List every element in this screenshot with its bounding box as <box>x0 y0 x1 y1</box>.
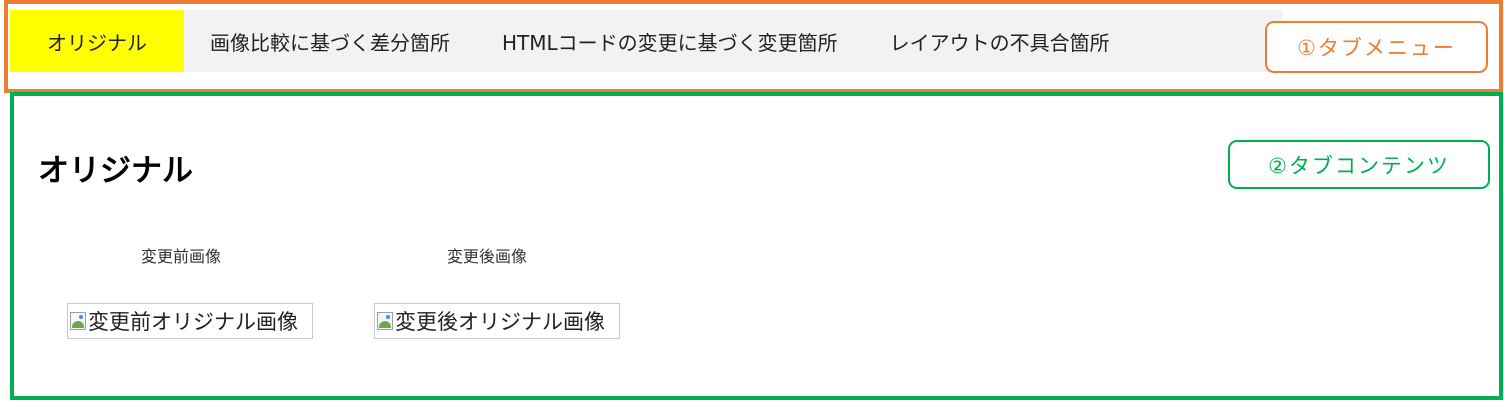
broken-image-icon <box>377 312 393 330</box>
tab-content-annotation-frame <box>10 92 1503 400</box>
tab-html-changes[interactable]: HTMLコードの変更に基づく変更箇所 <box>476 10 864 72</box>
tab-bar: オリジナル 画像比較に基づく差分箇所 HTMLコードの変更に基づく変更箇所 レイ… <box>10 10 1282 72</box>
tab-layout-defects[interactable]: レイアウトの不具合箇所 <box>864 10 1136 72</box>
after-image-alt-text: 変更後オリジナル画像 <box>395 310 605 334</box>
tab-original[interactable]: オリジナル <box>10 10 184 72</box>
after-image-label: 変更後画像 <box>447 247 528 266</box>
before-original-image: 変更前オリジナル画像 <box>67 303 313 339</box>
tab-image-diff[interactable]: 画像比較に基づく差分箇所 <box>184 10 476 72</box>
before-image-label: 変更前画像 <box>141 247 222 266</box>
tab-menu-callout-label: ①タブメニュー <box>1265 21 1488 73</box>
after-original-image: 変更後オリジナル画像 <box>374 303 620 339</box>
before-image-alt-text: 変更前オリジナル画像 <box>88 310 298 334</box>
tab-content-callout-label: ②タブコンテンツ <box>1228 140 1490 189</box>
broken-image-icon <box>70 312 86 330</box>
content-title: オリジナル <box>38 153 193 189</box>
